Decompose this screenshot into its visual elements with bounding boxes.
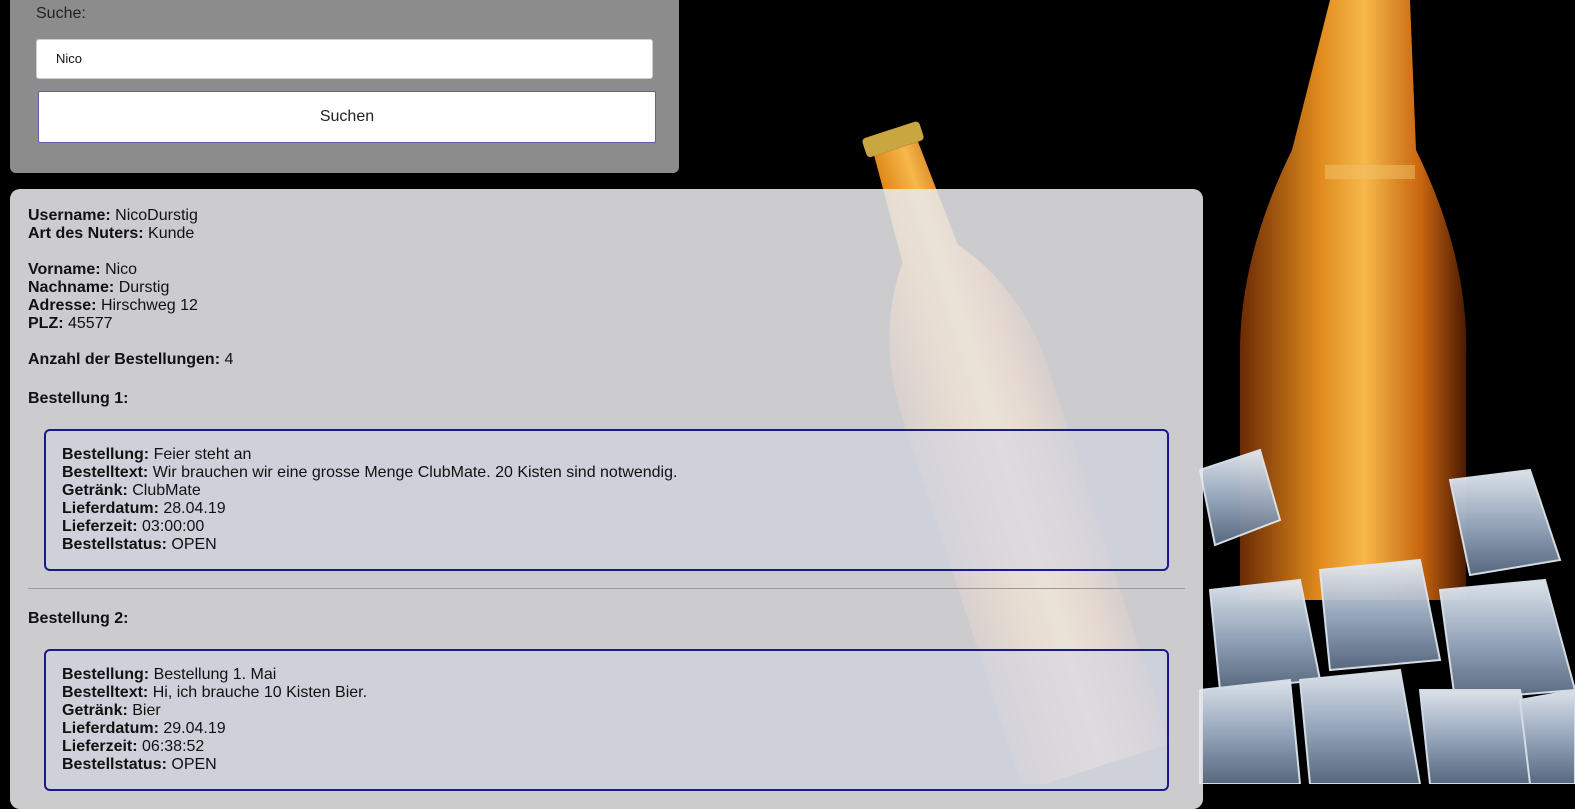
- firstname-row: Vorname: Nico: [28, 261, 138, 278]
- search-button[interactable]: Suchen: [38, 91, 656, 143]
- order-title: Bestellung 2:: [28, 610, 129, 627]
- order-card: Bestellung: Bestellung 1. Mai Bestelltex…: [44, 649, 1169, 791]
- address-value: Hirschweg 12: [100, 297, 198, 314]
- order-name: Bestellung 1. Mai: [153, 666, 277, 683]
- lastname-row: Nachname: Durstig: [28, 279, 170, 296]
- order-date: 29.04.19: [163, 720, 226, 737]
- user-type-value: Kunde: [148, 225, 195, 242]
- order-card: Bestellung: Feier steht an Bestelltext: …: [44, 429, 1169, 571]
- order-text: Hi, ich brauche 10 Kisten Bier.: [152, 684, 368, 701]
- order-drink: ClubMate: [132, 482, 201, 499]
- address-row: Adresse: Hirschweg 12: [28, 297, 198, 314]
- search-panel: Suche: Suchen: [10, 0, 679, 173]
- order-name: Feier steht an: [153, 446, 252, 463]
- search-input[interactable]: [36, 39, 653, 79]
- username-value: NicoDurstig: [115, 207, 198, 224]
- order-drink: Bier: [132, 702, 161, 719]
- order-count-value: 4: [224, 351, 234, 368]
- order-status: OPEN: [171, 756, 217, 773]
- firstname-value: Nico: [105, 261, 138, 278]
- order-divider: [28, 588, 1185, 589]
- user-type-row: Art des Nuters: Kunde: [28, 225, 195, 242]
- zip-value: 45577: [68, 315, 113, 332]
- search-result-panel: Username: NicoDurstig Art des Nuters: Ku…: [10, 189, 1203, 809]
- zip-row: PLZ: 45577: [28, 315, 113, 332]
- order-time: 03:00:00: [142, 518, 205, 535]
- order-title: Bestellung 1:: [28, 390, 129, 407]
- order-time: 06:38:52: [142, 738, 205, 755]
- username-row: Username: NicoDurstig: [28, 207, 198, 224]
- lastname-value: Durstig: [118, 279, 170, 296]
- order-date: 28.04.19: [163, 500, 226, 517]
- order-status: OPEN: [171, 536, 217, 553]
- search-label: Suche:: [36, 5, 86, 22]
- order-text: Wir brauchen wir eine grosse Menge ClubM…: [152, 464, 678, 481]
- order-count-row: Anzahl der Bestellungen: 4: [28, 351, 234, 368]
